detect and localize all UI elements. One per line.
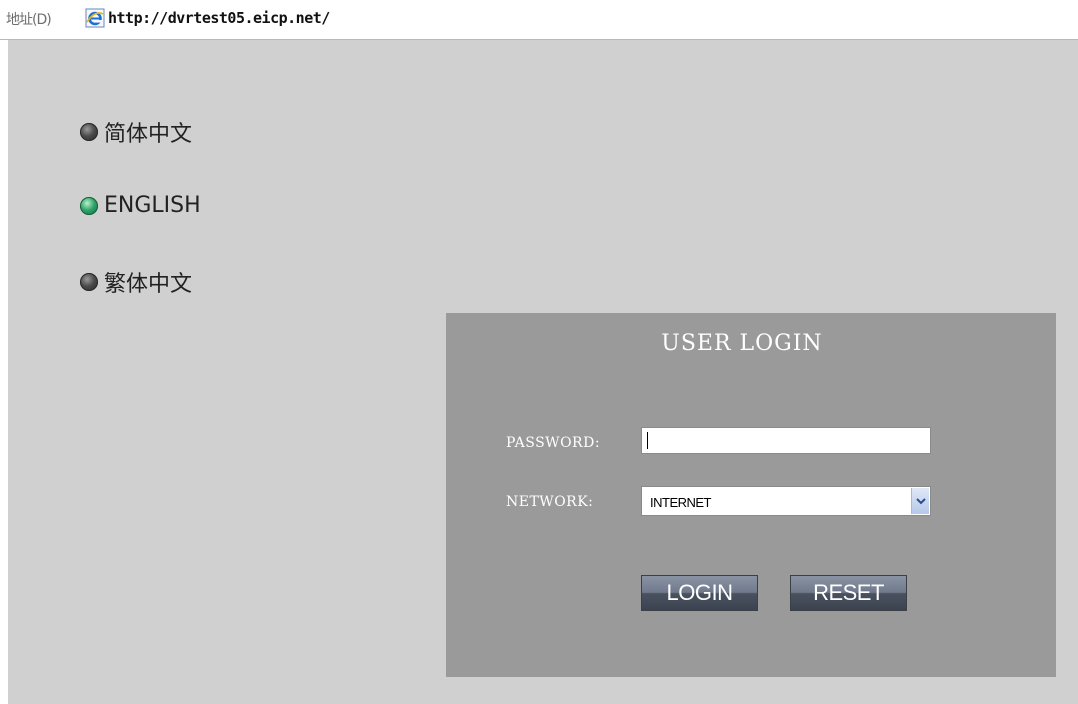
network-select[interactable]: INTERNET: [641, 486, 931, 516]
login-title: USER LOGIN: [661, 331, 823, 356]
lang-english[interactable]: ENGLISH: [80, 193, 201, 218]
active-radio-icon: [80, 196, 98, 215]
network-label: NETWORK:: [506, 494, 594, 510]
network-selected-value: INTERNET: [650, 495, 712, 510]
lang-label: 繁体中文: [104, 272, 193, 297]
address-bar: 地址(D) http://dvrtest05.eicp.net/: [0, 0, 1078, 40]
inactive-radio-icon: [80, 123, 98, 141]
lang-traditional-chinese[interactable]: 繁体中文: [80, 266, 192, 298]
address-label: 地址(D): [6, 12, 52, 28]
login-panel: USER LOGIN PASSWORD: NETWORK: INTERNET L…: [446, 313, 1056, 677]
lang-label: 简体中文: [104, 122, 193, 147]
lang-label: ENGLISH: [104, 193, 201, 218]
ie-page-icon: [85, 8, 105, 28]
password-input[interactable]: [641, 427, 931, 454]
chevron-down-icon[interactable]: [911, 488, 929, 514]
page-body: 简体中文 ENGLISH 繁体中文 USER LOGIN PASSWORD: N…: [8, 40, 1078, 704]
login-button[interactable]: LOGIN: [641, 575, 758, 611]
reset-button[interactable]: RESET: [790, 575, 907, 611]
address-url[interactable]: http://dvrtest05.eicp.net/: [108, 9, 330, 27]
text-caret: [647, 432, 648, 449]
inactive-radio-icon: [80, 273, 98, 291]
password-label: PASSWORD:: [506, 435, 601, 451]
lang-simplified-chinese[interactable]: 简体中文: [80, 116, 192, 148]
